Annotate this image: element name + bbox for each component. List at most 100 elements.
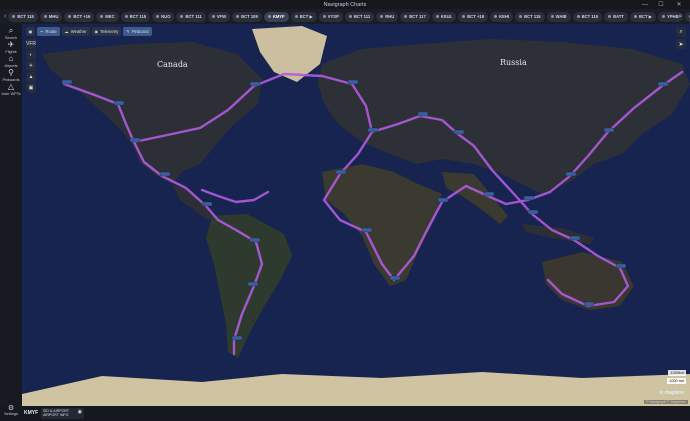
- map-toolbar-label: Weather: [70, 29, 87, 34]
- tab-0[interactable]: BCT 115: [8, 11, 38, 22]
- vfr-icon[interactable]: VFR: [26, 39, 36, 49]
- sidebar-item-label: User WPTs: [1, 92, 21, 96]
- tab-bar: ‹ BCT 115 MHU BCT +16 MEC BCT 115 NUO BCT 111 V…: [0, 9, 690, 24]
- compass-icon[interactable]: ➤: [676, 39, 686, 49]
- panel-toggle-icon[interactable]: ▣: [26, 27, 35, 36]
- back-arrow-icon[interactable]: ‹: [4, 11, 6, 22]
- map-toolbar-pinboard[interactable]: ✎ Pinboard: [123, 27, 152, 36]
- airport-info-line2: AIRPORT INFO: [43, 413, 69, 418]
- map-right-tools: ⌕ ➤: [676, 27, 686, 49]
- tab-dot-icon: [348, 15, 352, 18]
- minimize-button[interactable]: —: [638, 0, 652, 9]
- tab-label: BCT ▶: [299, 14, 313, 19]
- sidebar-item-flights[interactable]: ✈ Flights: [0, 40, 22, 54]
- layers-icon[interactable]: ▣: [26, 83, 36, 93]
- pinboard-icon: ✎: [126, 29, 130, 34]
- tab-dot-icon: [404, 15, 408, 18]
- tab-18[interactable]: BCT 115: [515, 11, 545, 22]
- tab-12[interactable]: BCT 111: [344, 11, 375, 22]
- tab-dot-icon: [519, 15, 523, 18]
- tab-label: KMYF: [272, 14, 285, 19]
- close-button[interactable]: ✕: [672, 0, 686, 9]
- tab-16[interactable]: BCT +19: [458, 11, 489, 22]
- tab-label: RHU: [385, 14, 395, 19]
- tab-label: MHU: [48, 14, 59, 19]
- theme-icon[interactable]: ◐: [26, 50, 36, 60]
- tab-dot-icon: [100, 15, 104, 18]
- map-attribution[interactable]: © Navigraph © Jeppesen: [643, 400, 688, 404]
- tab-5[interactable]: NUO: [152, 11, 175, 22]
- airport-info-button[interactable]: SID & AIRPORT AIRPORT INFO ◉: [41, 408, 84, 419]
- map-toolbar-label: Telemetry: [100, 29, 119, 34]
- tab-dot-icon: [661, 15, 665, 18]
- airport-code[interactable]: KMYF: [24, 410, 38, 416]
- tab-label: BCT 115: [17, 14, 34, 19]
- tab-3[interactable]: MEC: [96, 11, 119, 22]
- map-toolbar-telemetry[interactable]: ◉ Telemetry: [91, 27, 122, 36]
- tab-14[interactable]: BCT 117: [400, 11, 430, 22]
- tab-11[interactable]: VYSP: [318, 11, 343, 22]
- world-map[interactable]: [22, 24, 690, 406]
- tab-dot-icon: [380, 15, 384, 18]
- terrain-icon[interactable]: ▲: [26, 72, 36, 82]
- tab-label: BATT: [613, 14, 624, 19]
- traffic-icon[interactable]: ✈: [26, 61, 36, 71]
- tab-19[interactable]: WAIB: [546, 11, 571, 22]
- tab-label: WAIB: [555, 14, 567, 19]
- tab-17[interactable]: KEHI: [490, 11, 514, 22]
- telemetry-icon: ◉: [94, 29, 99, 34]
- tab-dot-icon: [608, 15, 612, 18]
- sidebar-item-pinboards[interactable]: ⚲ Pinboards: [0, 68, 22, 82]
- search-icon[interactable]: ⌕: [675, 11, 686, 22]
- settings-button[interactable]: ⚙ Settings: [0, 404, 22, 416]
- tab-dot-icon: [494, 15, 498, 18]
- scale-nm: 1000 nm: [667, 378, 686, 384]
- maximize-button[interactable]: ☐: [654, 0, 668, 9]
- tab-6[interactable]: BCT 111: [176, 11, 206, 22]
- mapbox-logo[interactable]: ⊙ mapbox: [659, 390, 684, 396]
- tab-label: BCT 111: [353, 14, 371, 19]
- map-toolbar-weather[interactable]: ☁ Weather: [61, 27, 90, 36]
- sidebar-item-search[interactable]: ⌕ Search: [0, 26, 22, 40]
- tab-dot-icon: [322, 15, 326, 18]
- tab-10[interactable]: BCT ▶: [290, 11, 317, 22]
- map-toolbar-route[interactable]: ⤳ Route: [37, 27, 60, 36]
- tab-9[interactable]: KMYF: [263, 11, 289, 22]
- tab-4[interactable]: BCT 115: [120, 11, 151, 22]
- tab-dot-icon: [43, 15, 47, 18]
- tab-label: BCT 111: [185, 14, 202, 19]
- tab-dot-icon: [435, 15, 439, 18]
- tab-label: NUO: [161, 14, 171, 19]
- tab-label: BCT +19: [467, 14, 485, 19]
- tab-15[interactable]: KEUL: [431, 11, 457, 22]
- country-label-canada: Canada: [157, 60, 188, 69]
- tab-label: VFW: [216, 14, 227, 19]
- sidebar-item-user-wpts[interactable]: △ User WPTs: [0, 82, 22, 96]
- tab-label: BCT 115: [581, 14, 599, 19]
- tab-2[interactable]: BCT +16: [64, 11, 95, 22]
- tab-dot-icon: [12, 15, 16, 18]
- tab-7[interactable]: VFW: [207, 11, 231, 22]
- settings-icon: ⚙: [7, 405, 15, 412]
- tab-label: VYSP: [327, 14, 339, 19]
- tab-dot-icon: [294, 15, 298, 18]
- plane-icon: ✈: [7, 40, 15, 49]
- tab-20[interactable]: BCT 115: [572, 11, 603, 22]
- tab-21[interactable]: BATT: [604, 11, 628, 22]
- tab-13[interactable]: RHU: [376, 11, 399, 22]
- pin-icon: ⚲: [8, 68, 14, 77]
- tab-dot-icon: [124, 15, 128, 18]
- waypoint-icon: △: [7, 82, 15, 91]
- sidebar-item-airports[interactable]: ⌂ Airports: [0, 54, 22, 68]
- tab-22[interactable]: BCT ▶: [629, 11, 656, 22]
- sidebar: ⌕ Search ✈ Flights ⌂ Airports ⚲ Pinboards △ User …: [0, 24, 22, 421]
- map-toolbar-label: Route: [45, 29, 57, 34]
- map-view[interactable]: Canada Russia ▣ ⤳ Route ☁ Weather ◉ Telemetry…: [22, 24, 690, 406]
- tab-label: KEHI: [499, 14, 510, 19]
- tab-8[interactable]: BCT 109: [232, 11, 262, 22]
- map-search-icon[interactable]: ⌕: [676, 27, 686, 37]
- tab-1[interactable]: MHU: [39, 11, 63, 22]
- bottom-bar: [0, 406, 690, 421]
- title-bar: Navigraph Charts — ☐ ✕: [0, 0, 690, 9]
- tab-dot-icon: [156, 15, 160, 18]
